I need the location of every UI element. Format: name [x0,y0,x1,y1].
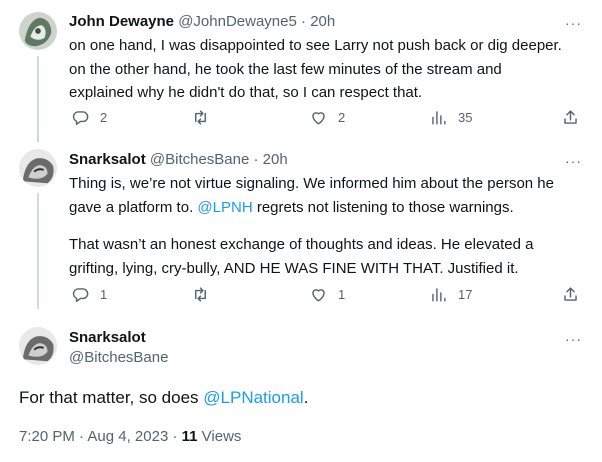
tweet-line: That wasn’t an honest exchange of though… [69,236,534,253]
tweet-line: on one hand, I was disappointed to see L… [69,37,562,54]
retweet-icon [195,287,206,302]
reply-button[interactable]: 1 [71,285,107,304]
tweet-header: John Dewayne @JohnDewayne5 · 20h [69,12,335,32]
thread-line [37,193,39,309]
author-name[interactable]: Snarksalot [69,328,146,348]
reply-icon [72,111,89,125]
timestamp[interactable]: 20h [310,13,335,30]
text-segment: For that matter, so does [19,388,204,407]
author-name[interactable]: Snarksalot [69,151,146,168]
text-segment: . [303,388,309,407]
views-icon [432,288,446,302]
reply-icon [72,288,89,302]
retweet-button[interactable] [191,108,220,127]
more-icon[interactable]: ··· [565,332,582,346]
share-icon [564,287,577,301]
tweet-line: Thing is, we’re not virtue signaling. We… [69,175,554,192]
author-handle[interactable]: @BitchesBane [150,151,249,168]
separator: · [172,428,178,445]
tweet-header: Snarksalot @BitchesBane · 20h [69,150,288,170]
thread-line [37,56,39,142]
more-icon[interactable]: ··· [565,16,582,30]
views-count: 17 [458,287,473,302]
views-count: 35 [458,110,473,125]
post-date[interactable]: Aug 4, 2023 [87,428,168,445]
views-number: 11 [181,428,198,445]
tweet-line: gave a platform to. @LPNH regrets not li… [69,196,589,220]
like-count: 1 [338,287,346,302]
views-label: Views [201,428,242,445]
author-name[interactable]: John Dewayne [69,13,174,30]
share-icon [564,110,577,124]
avatar[interactable] [19,327,57,365]
reply-count: 1 [100,287,108,302]
views-icon [432,111,446,125]
mention-link[interactable]: @LPNH [197,199,252,216]
text-segment: regrets not listening to those warnings. [252,198,514,216]
separator: · [253,151,259,168]
avatar[interactable] [19,12,57,50]
retweet-button[interactable] [191,285,220,304]
share-button[interactable] [561,285,580,304]
tweet-text: Thing is, we’re not virtue signaling. We… [69,172,589,280]
text-segment: gave a platform to. [69,198,198,216]
separator: · [301,13,307,30]
reply-button[interactable]: 2 [71,108,107,127]
tweet-meta: 7:20 PM · Aug 4, 2023 · 11 Views [19,427,241,447]
like-button[interactable]: 2 [309,108,345,127]
author-handle[interactable]: @JohnDewayne5 [178,13,297,30]
retweet-icon [195,110,206,125]
mention-link[interactable]: @LPNational [203,388,303,407]
reply-count: 2 [100,110,108,125]
tweet-line: grifting, lying, cry-bully, AND HE WAS F… [69,259,519,277]
like-count: 2 [338,110,346,125]
post-time[interactable]: 7:20 PM [19,428,75,445]
like-icon [312,289,325,302]
timestamp[interactable]: 20h [263,151,288,168]
more-icon[interactable]: ··· [565,154,582,168]
tweet-line: explained why he didn't do that, so I ca… [69,84,423,101]
tweet-text: on one hand, I was disappointed to see L… [69,34,589,105]
separator: · [79,428,85,445]
main-tweet-text: For that matter, so does @LPNational. [19,386,308,410]
views-button[interactable]: 35 [429,108,472,127]
like-button[interactable]: 1 [309,285,345,304]
views-button[interactable]: 17 [429,285,472,304]
like-icon [312,112,325,125]
share-button[interactable] [561,108,580,127]
tweet-line: on the other hand, he took the last few … [69,60,502,78]
avatar[interactable] [19,149,57,187]
author-handle[interactable]: @BitchesBane [69,348,168,368]
